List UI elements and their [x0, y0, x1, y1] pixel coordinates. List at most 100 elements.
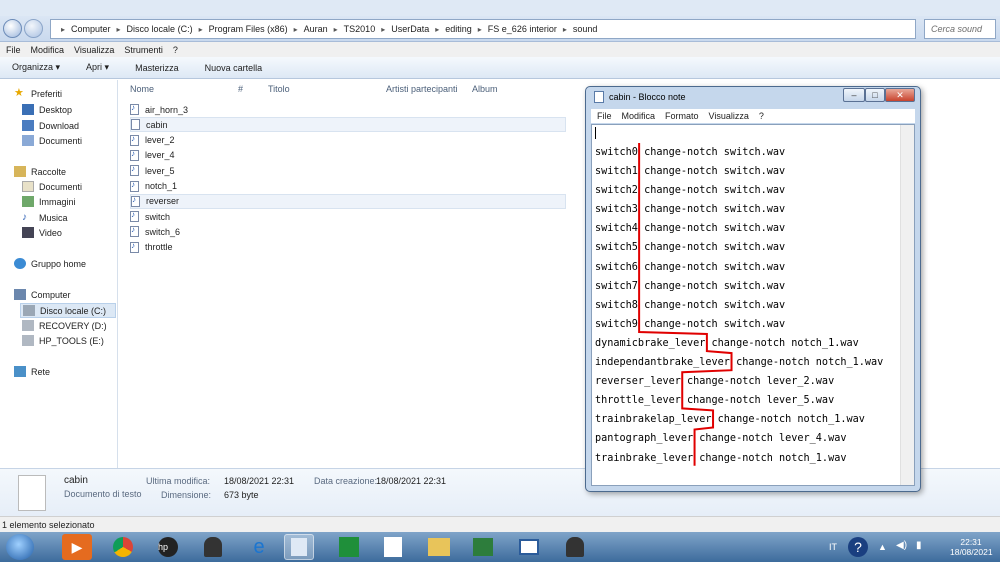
start-button[interactable]	[6, 534, 34, 560]
breadcrumb-separator[interactable]: ▸	[61, 25, 65, 34]
nav-images[interactable]: Immagini	[22, 196, 76, 207]
breadcrumb-item[interactable]: Disco locale (C:)	[127, 24, 193, 34]
trainz-icon[interactable]	[198, 534, 228, 560]
notepad-menu-item[interactable]: Visualizza	[709, 111, 749, 121]
close-button[interactable]: ✕	[885, 88, 915, 102]
nav-computer[interactable]: Computer	[14, 289, 71, 300]
file-row[interactable]: reverser	[130, 193, 566, 209]
file-row[interactable]: air_horn_3	[130, 102, 566, 117]
library-icon	[14, 166, 26, 177]
file-row[interactable]: lever_5	[130, 163, 566, 178]
notepad-menu-item[interactable]: Modifica	[622, 111, 656, 121]
nav-favorites[interactable]: ★ Preferiti	[14, 88, 62, 99]
breadcrumb-separator[interactable]: ▸	[294, 25, 298, 34]
back-button[interactable]	[3, 19, 22, 38]
volume-icon[interactable]: ◀)	[896, 540, 907, 551]
annotation-stroke	[638, 143, 733, 466]
file-row[interactable]: switch	[130, 209, 566, 224]
breadcrumb-separator[interactable]: ▸	[334, 25, 338, 34]
hp-icon[interactable]: hp	[153, 534, 183, 560]
search-input[interactable]: Cerca sound	[924, 19, 996, 39]
nav-lib-documents[interactable]: Documenti	[22, 181, 82, 192]
file-row[interactable]: notch_1	[130, 179, 566, 194]
details-modified-label: Ultima modifica:	[146, 476, 211, 486]
menu-item[interactable]: Modifica	[31, 45, 65, 55]
column-number[interactable]: #	[238, 84, 243, 94]
nav-network[interactable]: Rete	[14, 366, 50, 377]
chrome-icon[interactable]	[108, 534, 138, 560]
file-row[interactable]: switch_6	[130, 224, 566, 239]
feather-app-icon[interactable]	[378, 534, 408, 560]
maximize-button[interactable]: □	[865, 88, 885, 102]
breadcrumb-item[interactable]: sound	[573, 24, 598, 34]
details-created: 18/08/2021 22:31	[376, 476, 447, 486]
forward-button[interactable]	[24, 19, 43, 38]
breadcrumb-separator[interactable]: ▸	[199, 25, 203, 34]
media-center-icon[interactable]: ▶	[62, 534, 92, 560]
audio-file-icon	[130, 210, 139, 223]
column-title[interactable]: Titolo	[268, 84, 290, 94]
cad-app-icon[interactable]	[334, 534, 364, 560]
transfer-app-icon[interactable]	[468, 534, 498, 560]
breadcrumb-separator[interactable]: ▸	[478, 25, 482, 34]
nav-recent[interactable]: Documenti	[22, 135, 82, 146]
notepad-menu-item[interactable]: ?	[759, 111, 764, 121]
file-row[interactable]: throttle	[130, 240, 566, 255]
menu-item[interactable]: ?	[173, 45, 178, 55]
audio-file-icon	[130, 149, 139, 161]
new-folder-button[interactable]: Nuova cartella	[205, 63, 263, 73]
internet-explorer-icon[interactable]: e	[244, 534, 274, 560]
menu-item[interactable]: File	[6, 45, 21, 55]
clock[interactable]: 22:31 18/08/2021	[950, 537, 993, 557]
column-artists[interactable]: Artisti partecipanti	[386, 84, 458, 94]
organize-button[interactable]: Organizza ▾	[12, 62, 60, 73]
breadcrumb-separator[interactable]: ▸	[381, 25, 385, 34]
language-indicator[interactable]: IT	[829, 542, 837, 552]
notepad-taskbar-icon[interactable]	[284, 534, 314, 560]
taskbar: ▶ hp e IT ? ▲ ◀) ▮ 22:31 18/08/2021	[0, 532, 1000, 562]
trainz-editor-icon[interactable]	[560, 534, 590, 560]
notepad-menu-item[interactable]: File	[597, 111, 612, 121]
file-row[interactable]: cabin	[130, 117, 566, 133]
file-row[interactable]: lever_2	[130, 133, 566, 148]
column-name[interactable]: Nome	[130, 84, 154, 94]
nav-libraries[interactable]: Raccolte	[14, 166, 66, 177]
breadcrumb-item[interactable]: editing	[445, 24, 472, 34]
nav-drive-d[interactable]: RECOVERY (D:)	[22, 320, 107, 331]
breadcrumb-item[interactable]: Program Files (x86)	[209, 24, 288, 34]
file-explorer-icon[interactable]	[424, 534, 454, 560]
file-row[interactable]: lever_4	[130, 148, 566, 163]
column-album[interactable]: Album	[472, 84, 498, 94]
breadcrumb-separator[interactable]: ▸	[563, 25, 567, 34]
notepad-title: cabin - Blocco note	[609, 92, 686, 102]
column-headers: Nome # Titolo Artisti partecipanti Album	[120, 80, 590, 98]
breadcrumb-item[interactable]: Computer	[71, 24, 111, 34]
breadcrumb-item[interactable]: TS2010	[344, 24, 376, 34]
window-app-icon[interactable]	[514, 534, 544, 560]
help-icon[interactable]: ?	[848, 537, 868, 557]
breadcrumb-item[interactable]: FS e_626 interior	[488, 24, 557, 34]
burn-button[interactable]: Masterizza	[135, 63, 179, 73]
nav-downloads[interactable]: Download	[22, 120, 79, 131]
open-button[interactable]: Apri ▾	[86, 62, 109, 73]
minimize-button[interactable]: –	[843, 88, 865, 102]
breadcrumb-item[interactable]: UserData	[391, 24, 429, 34]
notepad-text-area[interactable]: switch0 change-notch switch.wav switch1 c…	[591, 124, 915, 486]
menu-item[interactable]: Strumenti	[124, 45, 163, 55]
nav-homegroup[interactable]: Gruppo home	[14, 258, 86, 269]
menu-item[interactable]: Visualizza	[74, 45, 114, 55]
nav-drive-c[interactable]: Disco locale (C:)	[20, 303, 116, 318]
breadcrumb-separator[interactable]: ▸	[435, 25, 439, 34]
nav-drive-e[interactable]: HP_TOOLS (E:)	[22, 335, 104, 346]
vertical-scrollbar[interactable]	[900, 125, 914, 485]
nav-video[interactable]: Video	[22, 227, 62, 238]
tray-arrow-icon[interactable]: ▲	[878, 542, 887, 552]
nav-desktop[interactable]: Desktop	[22, 104, 72, 115]
network-tray-icon[interactable]: ▮	[916, 540, 922, 551]
nav-music[interactable]: ♪ Musica	[22, 212, 68, 223]
download-folder-icon	[22, 120, 34, 131]
breadcrumb-item[interactable]: Auran	[304, 24, 328, 34]
breadcrumb-separator[interactable]: ▸	[117, 25, 121, 34]
address-bar[interactable]: ▸ Computer ▸ Disco locale (C:) ▸ Program File…	[50, 19, 916, 39]
notepad-menu-item[interactable]: Formato	[665, 111, 699, 121]
